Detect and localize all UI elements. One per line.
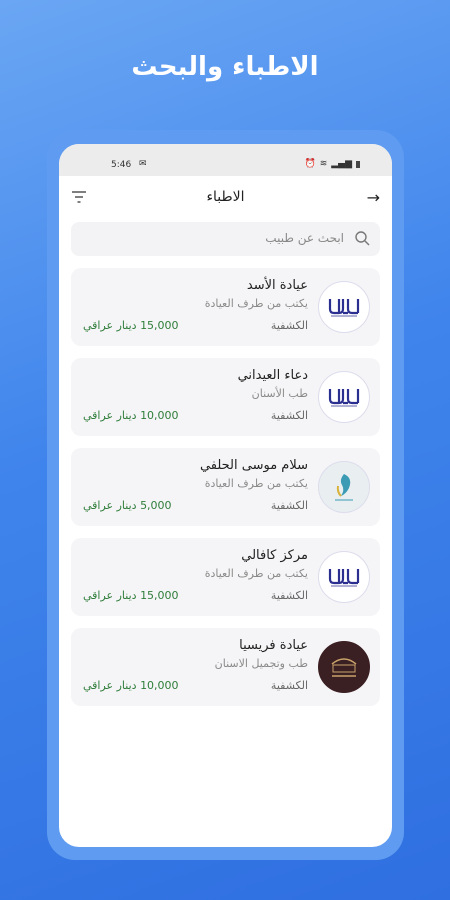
alarm-icon: ⏰ [304,159,316,169]
fee-price: 5,000 دينار عراقي [83,499,172,512]
status-icons: ⏰ ≋ ▂▄▆ [304,159,360,169]
doctor-subtitle: يكتب من طرف العيادة [204,297,308,310]
fee-price: 10,000 دينار عراقي [83,679,179,692]
bird-logo-icon [318,461,370,513]
doctor-subtitle: طب وتجميل الاسنان [214,657,308,670]
status-bar: 5:46 ✉ ⏰ ≋ ▂▄▆ [59,144,392,176]
phone-screen: 5:46 ✉ ⏰ ≋ ▂▄▆ الاطباء → ابحث عن طبيب عي… [59,144,392,847]
search-placeholder: ابحث عن طبيب [265,231,344,245]
doctor-card[interactable]: مركز كافالي يكتب من طرف العيادة الكشفية … [71,538,380,616]
doctor-card[interactable]: عيادة فريسيا طب وتجميل الاسنان الكشفية 1… [71,628,380,706]
arrow-right-icon[interactable]: → [367,188,380,207]
doctor-card[interactable]: دعاء العيداني طب الأسنان الكشفية 10,000 … [71,358,380,436]
doctor-name: دعاء العيداني [237,368,308,383]
signal-icon: ▂▄▆ [331,159,352,169]
fee-label: الكشفية [270,589,308,602]
fee-label: الكشفية [270,679,308,692]
clinic-logo-icon [318,371,370,423]
status-time: 5:46 [111,160,132,170]
doctor-name: مركز كافالي [241,548,308,563]
notification-icon: ✉ [139,159,147,169]
search-input[interactable]: ابحث عن طبيب [71,222,380,256]
fee-label: الكشفية [270,319,308,332]
doctor-list: عيادة الأسد يكتب من طرف العيادة الكشفية … [59,256,392,706]
promo-title: الاطباء والبحث [131,52,319,82]
doctor-subtitle: طب الأسنان [251,387,308,400]
fee-label: الكشفية [270,409,308,422]
app-header: الاطباء → [59,176,392,220]
fee-price: 10,000 دينار عراقي [83,409,179,422]
fee-price: 15,000 دينار عراقي [83,589,179,602]
freesia-logo-icon [318,641,370,693]
wifi-icon: ≋ [319,159,328,169]
doctor-card[interactable]: سلام موسى الحلفي يكتب من طرف العيادة الك… [71,448,380,526]
page-title: الاطباء [206,189,245,205]
clinic-logo-icon [318,551,370,603]
doctor-card[interactable]: عيادة الأسد يكتب من طرف العيادة الكشفية … [71,268,380,346]
doctor-subtitle: يكتب من طرف العيادة [204,477,308,490]
clinic-logo-icon [318,281,370,333]
search-icon [355,231,370,246]
doctor-name: سلام موسى الحلفي [199,458,308,473]
doctor-subtitle: يكتب من طرف العيادة [204,567,308,580]
doctor-name: عيادة فريسيا [239,638,308,653]
fee-label: الكشفية [270,499,308,512]
doctor-name: عيادة الأسد [246,278,308,293]
battery-icon [356,160,360,168]
fee-price: 15,000 دينار عراقي [83,319,179,332]
